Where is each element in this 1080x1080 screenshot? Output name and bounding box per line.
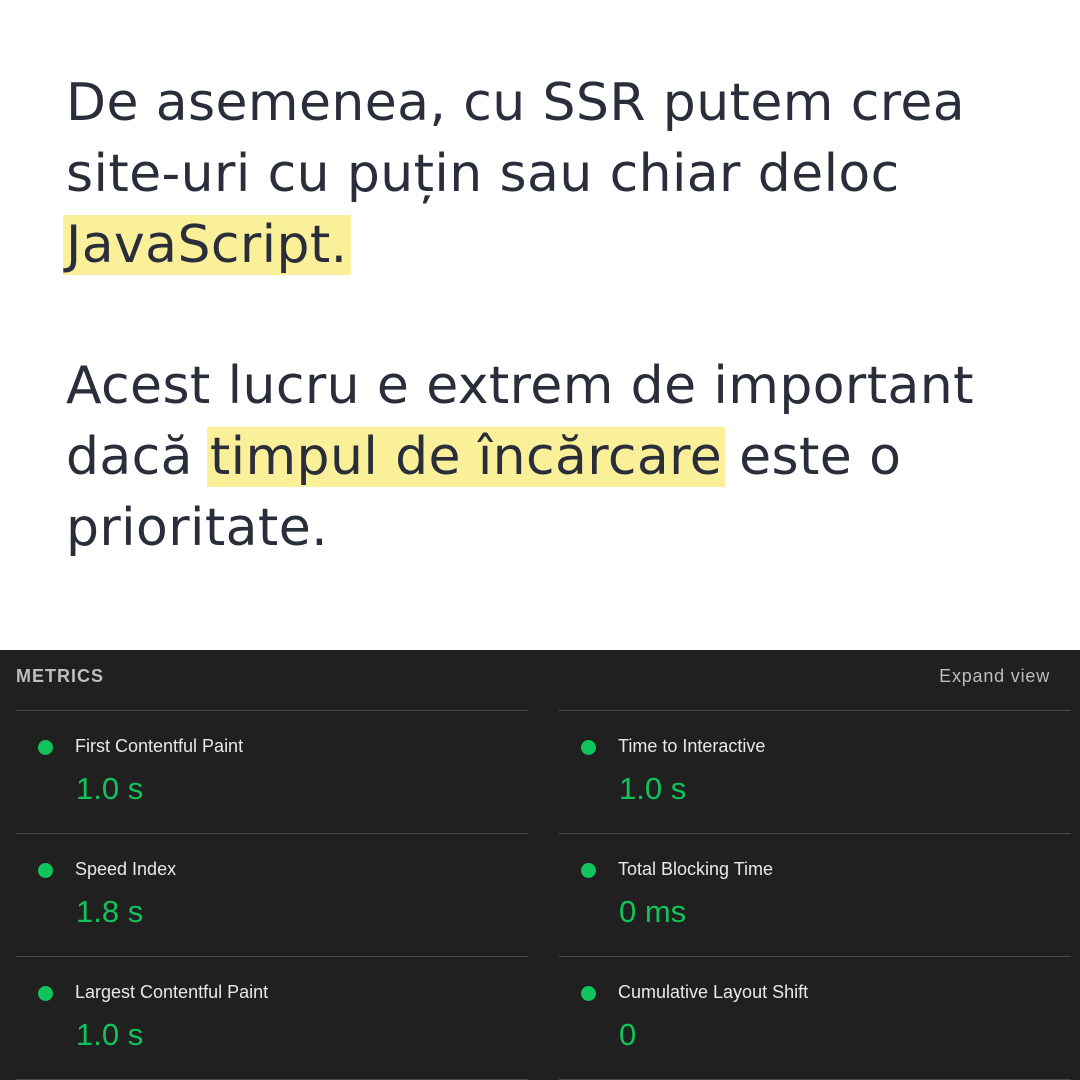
highlight-javascript: JavaScript. [63,215,351,275]
metric-value: 0 ms [619,894,687,929]
metrics-column-right: Time to Interactive 1.0 s Total Blocking… [559,710,1071,1080]
highlight-load-time: timpul de încărcare [206,427,726,487]
metrics-heading: METRICS [16,666,104,686]
metrics-panel: METRICS Expand view First Contentful Pai… [0,650,1080,1080]
metric-value: 1.0 s [619,771,687,806]
metric-largest-contentful-paint: Largest Contentful Paint 1.0 s [16,956,528,1080]
metric-label: First Contentful Paint [75,736,244,756]
paragraph-line: dacă timpul de încărcare este o [66,422,974,493]
pass-status-icon [38,863,53,878]
pass-status-icon [581,863,596,878]
metric-time-to-interactive: Time to Interactive 1.0 s [559,710,1071,833]
metric-value: 1.8 s [76,894,144,929]
paragraph-ssr: De asemenea, cu SSR putem crea site-uri … [63,68,965,281]
text-fragment: dacă [66,427,210,487]
metric-label: Cumulative Layout Shift [618,982,809,1002]
metric-value: 1.0 s [76,771,144,806]
metric-label: Largest Contentful Paint [75,982,269,1002]
metric-speed-index: Speed Index 1.8 s [16,833,528,956]
metric-label: Total Blocking Time [618,859,774,879]
metric-label: Speed Index [75,859,177,879]
metric-value: 1.0 s [76,1017,144,1052]
metric-value: 0 [619,1017,637,1052]
pass-status-icon [581,740,596,755]
paragraph-line: prioritate. [66,498,329,558]
pass-status-icon [581,986,596,1001]
pass-status-icon [38,740,53,755]
metric-first-contentful-paint: First Contentful Paint 1.0 s [16,710,528,833]
article-panel: De asemenea, cu SSR putem crea site-uri … [0,0,1080,650]
metric-label: Time to Interactive [618,736,766,756]
paragraph-line: site-uri cu puțin sau chiar deloc [66,144,900,204]
paragraph-line: JavaScript. [63,210,965,281]
metric-cumulative-layout-shift: Cumulative Layout Shift 0 [559,956,1071,1080]
text-fragment: este o [722,427,902,487]
paragraph-line: Acest lucru e extrem de important [66,356,974,416]
pass-status-icon [38,986,53,1001]
expand-view-button[interactable]: Expand view [939,666,1050,687]
paragraph-loading-time: Acest lucru e extrem de important dacă t… [66,351,974,564]
metric-total-blocking-time: Total Blocking Time 0 ms [559,833,1071,956]
paragraph-line: De asemenea, cu SSR putem crea [66,73,965,133]
metrics-column-left: First Contentful Paint 1.0 s Speed Index… [16,710,528,1080]
